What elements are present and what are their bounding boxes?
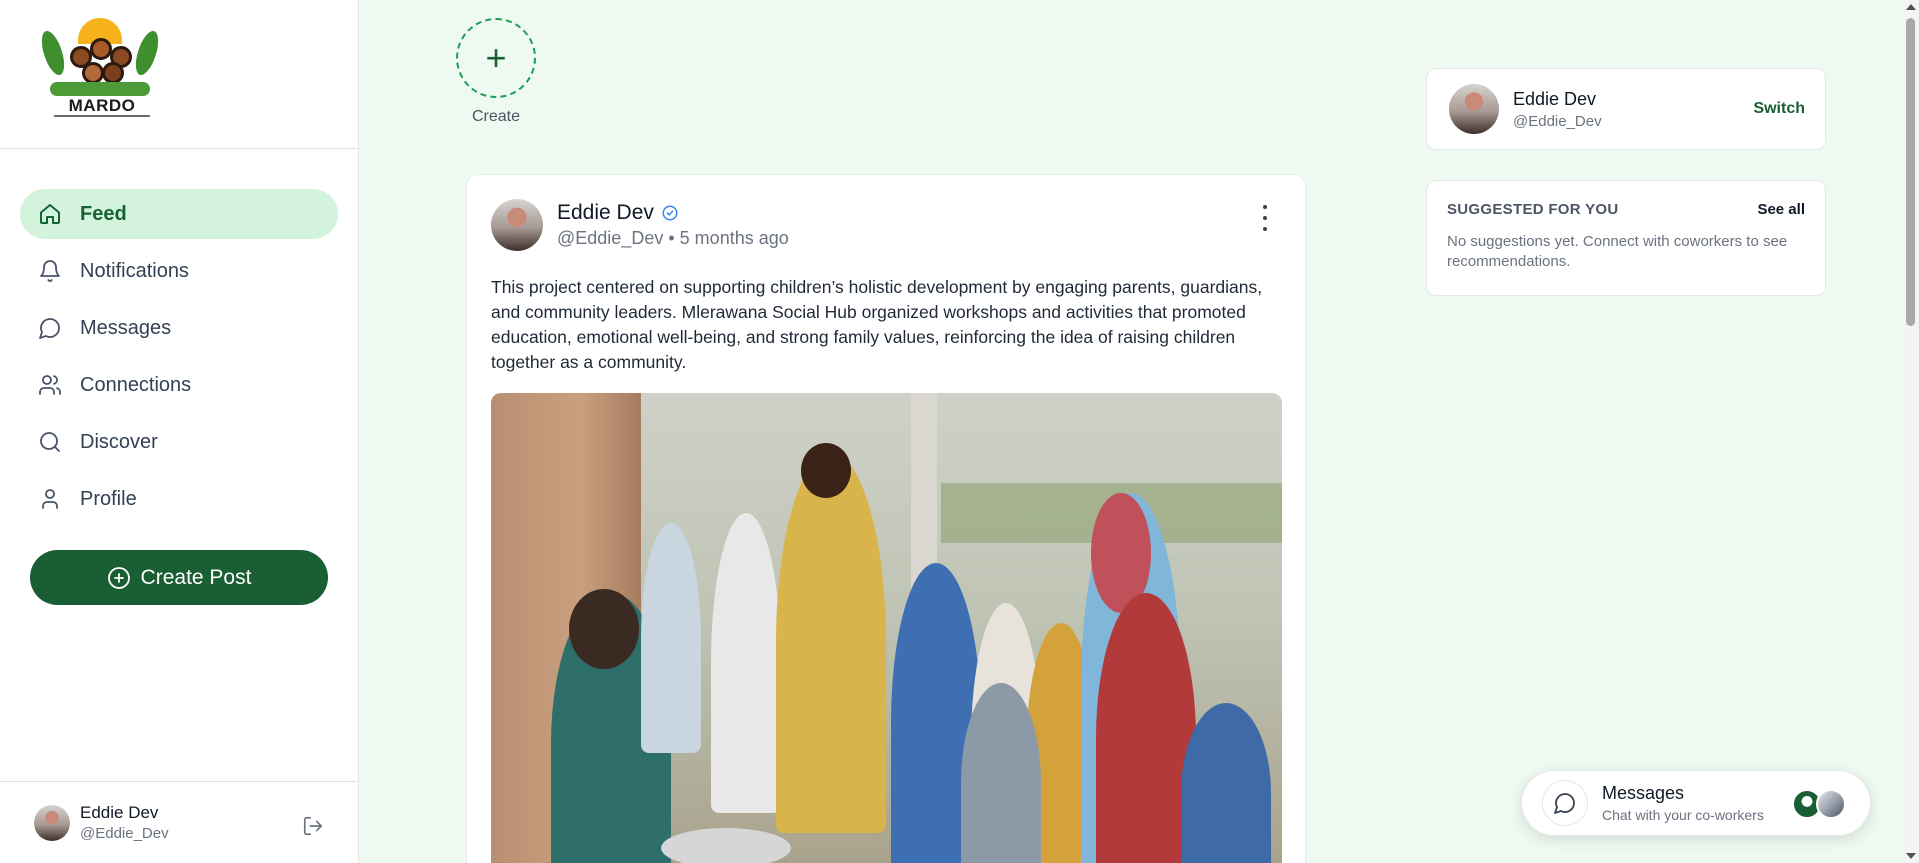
sidebar-item-label: Connections <box>80 373 192 396</box>
scrollbar-thumb[interactable] <box>1906 18 1915 326</box>
post-handle: @Eddie_Dev <box>557 228 664 248</box>
create-post-label: Create Post <box>140 565 252 589</box>
switch-account-button[interactable]: Switch <box>1753 100 1805 118</box>
messages-widget-icon-wrap <box>1542 780 1588 826</box>
sidebar-user: Eddie Dev @Eddie_Dev <box>0 781 358 863</box>
search-icon <box>40 432 60 452</box>
plus-circle-icon <box>107 566 130 589</box>
post-timestamp: 5 months ago <box>679 228 789 248</box>
post-image[interactable] <box>491 393 1282 863</box>
avatar[interactable] <box>491 199 543 251</box>
suggestions-title: SUGGESTED FOR YOU <box>1447 201 1619 218</box>
home-icon <box>40 204 60 224</box>
sidebar-item-messages[interactable]: Messages <box>20 303 338 353</box>
sidebar-item-label: Notifications <box>80 259 189 282</box>
create-story-button[interactable]: + <box>456 18 536 98</box>
sidebar-item-feed[interactable]: Feed <box>20 189 338 239</box>
user-handle: @Eddie_Dev <box>80 825 169 842</box>
brand-wordmark: MARDO <box>68 96 136 115</box>
user-icon <box>42 489 58 509</box>
plus-icon: + <box>485 37 507 78</box>
chat-bubble-icon <box>1554 793 1575 814</box>
account-handle: @Eddie_Dev <box>1513 112 1602 130</box>
scroll-down-arrow-icon[interactable] <box>1906 853 1916 859</box>
see-all-link[interactable]: See all <box>1757 201 1805 218</box>
bell-icon <box>40 260 60 282</box>
sidebar-item-label: Messages <box>80 316 172 339</box>
messages-widget-title: Messages <box>1602 783 1685 803</box>
logout-icon[interactable] <box>302 815 324 837</box>
users-icon <box>39 375 61 395</box>
sidebar-item-label: Profile <box>80 487 137 510</box>
avatar-stack <box>1792 789 1850 819</box>
account-card: Eddie Dev @Eddie_Dev Switch <box>1426 68 1826 150</box>
avatar[interactable] <box>1449 84 1499 134</box>
separator-dot: • <box>668 228 680 248</box>
more-options-icon[interactable] <box>1261 205 1269 231</box>
messages-widget-subtitle: Chat with your co-workers <box>1602 807 1764 823</box>
post-header: Eddie Dev @Eddie_Dev • 5 months ago <box>491 199 789 251</box>
feed-post: Eddie Dev @Eddie_Dev • 5 months ago This… <box>466 174 1306 863</box>
main-nav: Feed Notifications Messages Connections … <box>0 149 358 605</box>
post-body: This project centered on supporting chil… <box>491 277 1263 372</box>
sidebar-item-profile[interactable]: Profile <box>20 474 338 524</box>
brand-logo[interactable]: MARDO <box>37 16 163 120</box>
logo-area: MARDO <box>0 0 358 149</box>
suggestions-card: SUGGESTED FOR YOU See all No suggestions… <box>1426 180 1826 296</box>
create-story-label: Create <box>471 108 521 125</box>
user-name: Eddie Dev <box>80 803 159 822</box>
scroll-up-arrow-icon[interactable] <box>1906 4 1916 10</box>
messages-widget[interactable]: Messages Chat with your co-workers <box>1521 770 1871 836</box>
sidebar-item-notifications[interactable]: Notifications <box>20 246 338 296</box>
page-scrollbar[interactable] <box>1902 0 1919 863</box>
account-name: Eddie Dev <box>1513 88 1597 109</box>
suggestions-empty-text: No suggestions yet. Connect with coworke… <box>1447 233 1788 270</box>
sidebar-item-connections[interactable]: Connections <box>20 360 338 410</box>
chat-bubble-icon <box>39 318 60 339</box>
sidebar-item-label: Feed <box>80 202 127 225</box>
avatar <box>1816 789 1846 819</box>
verified-badge-icon <box>662 205 678 221</box>
post-author[interactable]: Eddie Dev <box>557 201 654 225</box>
sidebar: MARDO Feed Notifications Messages Connec… <box>0 0 359 863</box>
create-story: + Create <box>456 18 536 126</box>
avatar[interactable] <box>34 804 70 841</box>
create-post-button[interactable]: Create Post <box>30 550 328 605</box>
sidebar-item-discover[interactable]: Discover <box>20 417 338 467</box>
sidebar-item-label: Discover <box>80 430 158 453</box>
